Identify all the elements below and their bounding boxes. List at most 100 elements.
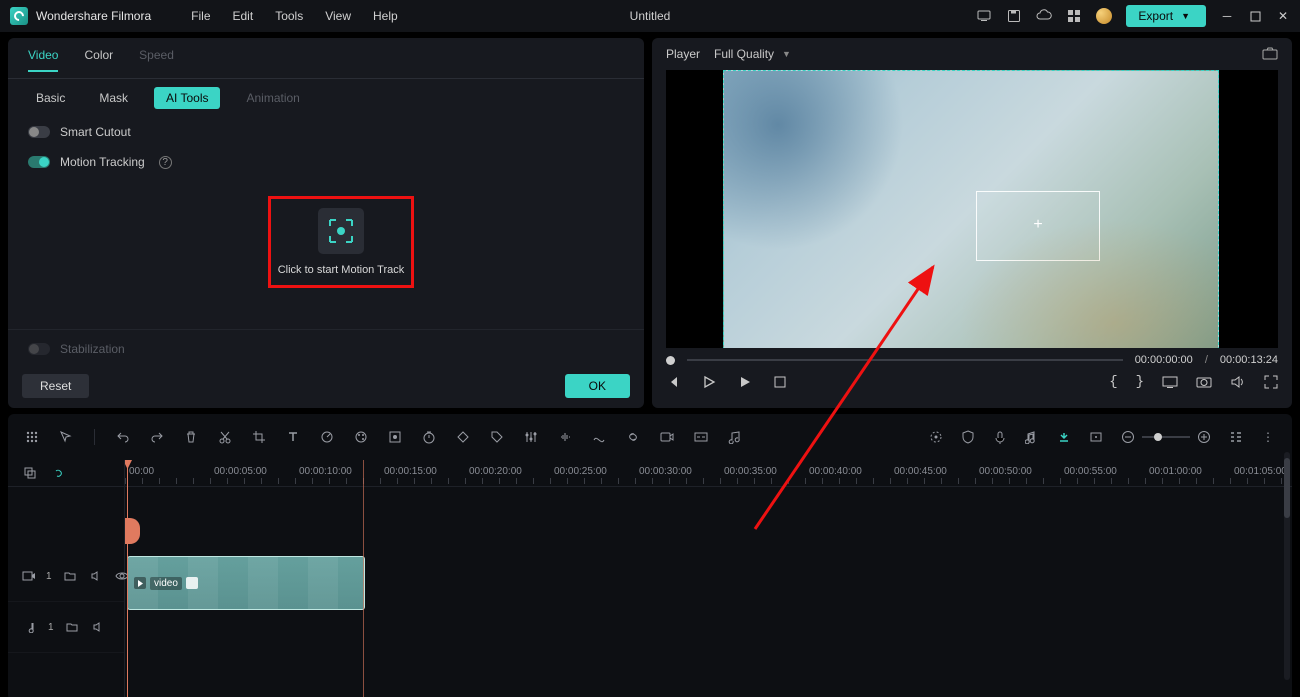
text-icon[interactable] xyxy=(285,429,301,445)
close-button[interactable]: ✕ xyxy=(1276,9,1290,23)
keyframe-icon[interactable] xyxy=(455,429,471,445)
chevron-down-icon: ▼ xyxy=(1181,11,1190,21)
tab-video[interactable]: Video xyxy=(28,48,58,72)
audio-track-number: 1 xyxy=(48,622,54,633)
subtab-mask[interactable]: Mask xyxy=(91,87,136,109)
device-icon[interactable] xyxy=(976,8,992,24)
scrub-playhead[interactable] xyxy=(666,356,675,365)
zoom-in-icon[interactable] xyxy=(1196,429,1212,445)
user-avatar-icon[interactable] xyxy=(1096,8,1112,24)
delete-icon[interactable] xyxy=(183,429,199,445)
menu-tools[interactable]: Tools xyxy=(275,9,303,23)
tracking-target-box[interactable] xyxy=(976,191,1100,261)
crop-icon[interactable] xyxy=(251,429,267,445)
cloud-icon[interactable] xyxy=(1036,8,1052,24)
speed-icon[interactable] xyxy=(319,429,335,445)
minimize-button[interactable]: ─ xyxy=(1220,9,1234,23)
scrub-track[interactable] xyxy=(687,359,1123,361)
green-screen-icon[interactable] xyxy=(387,429,403,445)
folder-icon[interactable] xyxy=(64,619,80,635)
note-icon[interactable] xyxy=(1024,429,1040,445)
play-forward-button[interactable] xyxy=(738,375,752,389)
subtab-basic[interactable]: Basic xyxy=(28,87,73,109)
adjust-icon[interactable] xyxy=(523,429,539,445)
tab-speed[interactable]: Speed xyxy=(139,48,174,70)
property-tabs: Video Color Speed xyxy=(8,38,644,79)
properties-panel: Video Color Speed Basic Mask AI Tools An… xyxy=(8,38,644,408)
stop-button[interactable] xyxy=(774,376,786,388)
export-label: Export xyxy=(1138,9,1173,23)
motion-track-button[interactable] xyxy=(318,208,364,254)
camera-icon[interactable] xyxy=(1196,375,1212,389)
stabilization-label: Stabilization xyxy=(60,342,125,356)
fullscreen-icon[interactable] xyxy=(1264,375,1278,389)
timeline-ruler[interactable]: 00:0000:00:05:0000:00:10:0000:00:15:0000… xyxy=(125,460,1292,487)
menu-view[interactable]: View xyxy=(325,9,351,23)
smart-cutout-toggle[interactable] xyxy=(28,126,50,138)
folder-icon[interactable] xyxy=(62,568,78,584)
subtab-animation[interactable]: Animation xyxy=(238,87,307,109)
list-icon[interactable] xyxy=(1228,429,1244,445)
timeline-tracks[interactable]: 00:0000:00:05:0000:00:10:0000:00:15:0000… xyxy=(125,460,1292,697)
layers-icon[interactable] xyxy=(22,465,38,481)
preview-frame xyxy=(723,70,1219,348)
play-button[interactable] xyxy=(702,375,716,389)
ok-button[interactable]: OK xyxy=(565,374,630,398)
snapshot-icon[interactable] xyxy=(1262,46,1278,62)
vertical-scrollbar[interactable] xyxy=(1284,452,1290,680)
export-button[interactable]: Export ▼ xyxy=(1126,5,1206,27)
cursor-icon[interactable] xyxy=(58,429,74,445)
more-icon[interactable]: ⋮ xyxy=(1260,429,1276,445)
cut-icon[interactable] xyxy=(217,429,233,445)
display-icon[interactable] xyxy=(1162,375,1178,389)
menu-file[interactable]: File xyxy=(191,9,210,23)
video-clip[interactable]: video xyxy=(127,556,365,610)
apps-icon[interactable] xyxy=(1066,8,1082,24)
motion-tracking-toggle[interactable] xyxy=(28,156,50,168)
marker-icon[interactable] xyxy=(928,429,944,445)
color-icon[interactable] xyxy=(353,429,369,445)
mic-icon[interactable] xyxy=(992,429,1008,445)
zoom-out-icon[interactable] xyxy=(1120,429,1136,445)
maximize-button[interactable] xyxy=(1248,9,1262,23)
ruler-label: 00:01:00:00 xyxy=(1149,466,1202,477)
subtab-ai-tools[interactable]: AI Tools xyxy=(154,87,220,109)
mute-icon[interactable] xyxy=(90,619,106,635)
grid-icon[interactable] xyxy=(24,429,40,445)
clip-name: video xyxy=(150,577,182,590)
chain-icon[interactable] xyxy=(50,465,66,481)
help-icon[interactable]: ? xyxy=(159,156,172,169)
timer-icon[interactable] xyxy=(421,429,437,445)
menu-help[interactable]: Help xyxy=(373,9,398,23)
redo-icon[interactable] xyxy=(149,429,165,445)
timeline-toolbar: ⋮ xyxy=(8,414,1292,460)
scrub-bar: 00:00:00:00 / 00:00:13:24 xyxy=(652,348,1292,368)
save-icon[interactable] xyxy=(1006,8,1022,24)
mark-in-button[interactable]: { xyxy=(1109,374,1117,390)
zoom-slider[interactable] xyxy=(1142,436,1190,438)
menu-edit[interactable]: Edit xyxy=(233,9,254,23)
mute-icon[interactable] xyxy=(88,568,104,584)
shield-icon[interactable] xyxy=(960,429,976,445)
mix-icon[interactable] xyxy=(591,429,607,445)
mark-out-button[interactable]: } xyxy=(1136,374,1144,390)
tab-color[interactable]: Color xyxy=(84,48,113,70)
subtitle-icon[interactable] xyxy=(693,429,709,445)
app-name: Wondershare Filmora xyxy=(36,9,151,23)
magnet-icon[interactable] xyxy=(1056,429,1072,445)
reset-button[interactable]: Reset xyxy=(22,374,89,398)
volume-icon[interactable] xyxy=(1230,375,1246,389)
music-icon[interactable] xyxy=(727,429,743,445)
prev-frame-button[interactable] xyxy=(666,375,680,389)
tag-icon[interactable] xyxy=(489,429,505,445)
preview-viewport[interactable] xyxy=(666,70,1278,348)
record-icon[interactable] xyxy=(659,429,675,445)
quality-select[interactable]: Full Quality ▼ xyxy=(714,47,791,61)
link-icon[interactable] xyxy=(625,429,641,445)
playhead[interactable] xyxy=(127,460,128,697)
smart-cutout-row: Smart Cutout xyxy=(8,117,644,147)
frame-icon[interactable] xyxy=(1088,429,1104,445)
audio-icon[interactable] xyxy=(557,429,573,445)
playhead-marker[interactable] xyxy=(363,460,364,697)
undo-icon[interactable] xyxy=(115,429,131,445)
